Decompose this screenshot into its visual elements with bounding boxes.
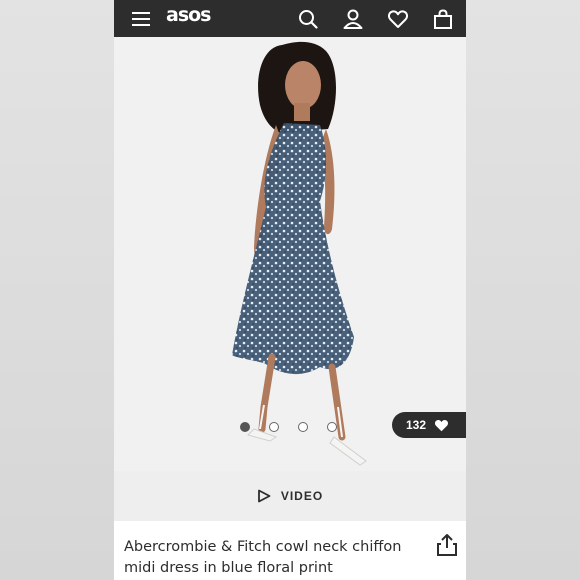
video-button[interactable]: VIDEO — [114, 471, 466, 521]
background-right — [466, 0, 580, 580]
account-icon[interactable] — [335, 0, 371, 37]
gallery-dot[interactable] — [327, 422, 337, 432]
background-left — [0, 0, 114, 580]
play-icon — [257, 489, 271, 503]
gallery-dot[interactable] — [298, 422, 308, 432]
asos-logo[interactable]: asos — [166, 4, 211, 26]
video-label: VIDEO — [280, 489, 324, 503]
bag-icon[interactable] — [425, 0, 461, 37]
likes-badge[interactable]: 132 — [392, 412, 466, 438]
top-nav-bar: asos — [114, 0, 466, 37]
product-image[interactable]: 132 — [114, 37, 466, 471]
product-title: Abercrombie & Fitch cowl neck chiffon mi… — [124, 539, 402, 576]
gallery-pagination — [240, 422, 337, 432]
heart-filled-icon — [435, 419, 449, 431]
app-screen: asos 132 VIDEO Abercrombie & Fitch cowl … — [114, 0, 466, 580]
product-info: Abercrombie & Fitch cowl neck chiffon mi… — [114, 521, 466, 580]
search-icon[interactable] — [290, 0, 326, 37]
gallery-dot[interactable] — [240, 422, 250, 432]
likes-count: 132 — [406, 418, 427, 432]
share-icon[interactable] — [436, 533, 458, 557]
model-photo-illustration — [232, 41, 367, 466]
menu-icon[interactable] — [123, 0, 159, 37]
heart-icon[interactable] — [380, 0, 416, 37]
gallery-dot[interactable] — [269, 422, 279, 432]
